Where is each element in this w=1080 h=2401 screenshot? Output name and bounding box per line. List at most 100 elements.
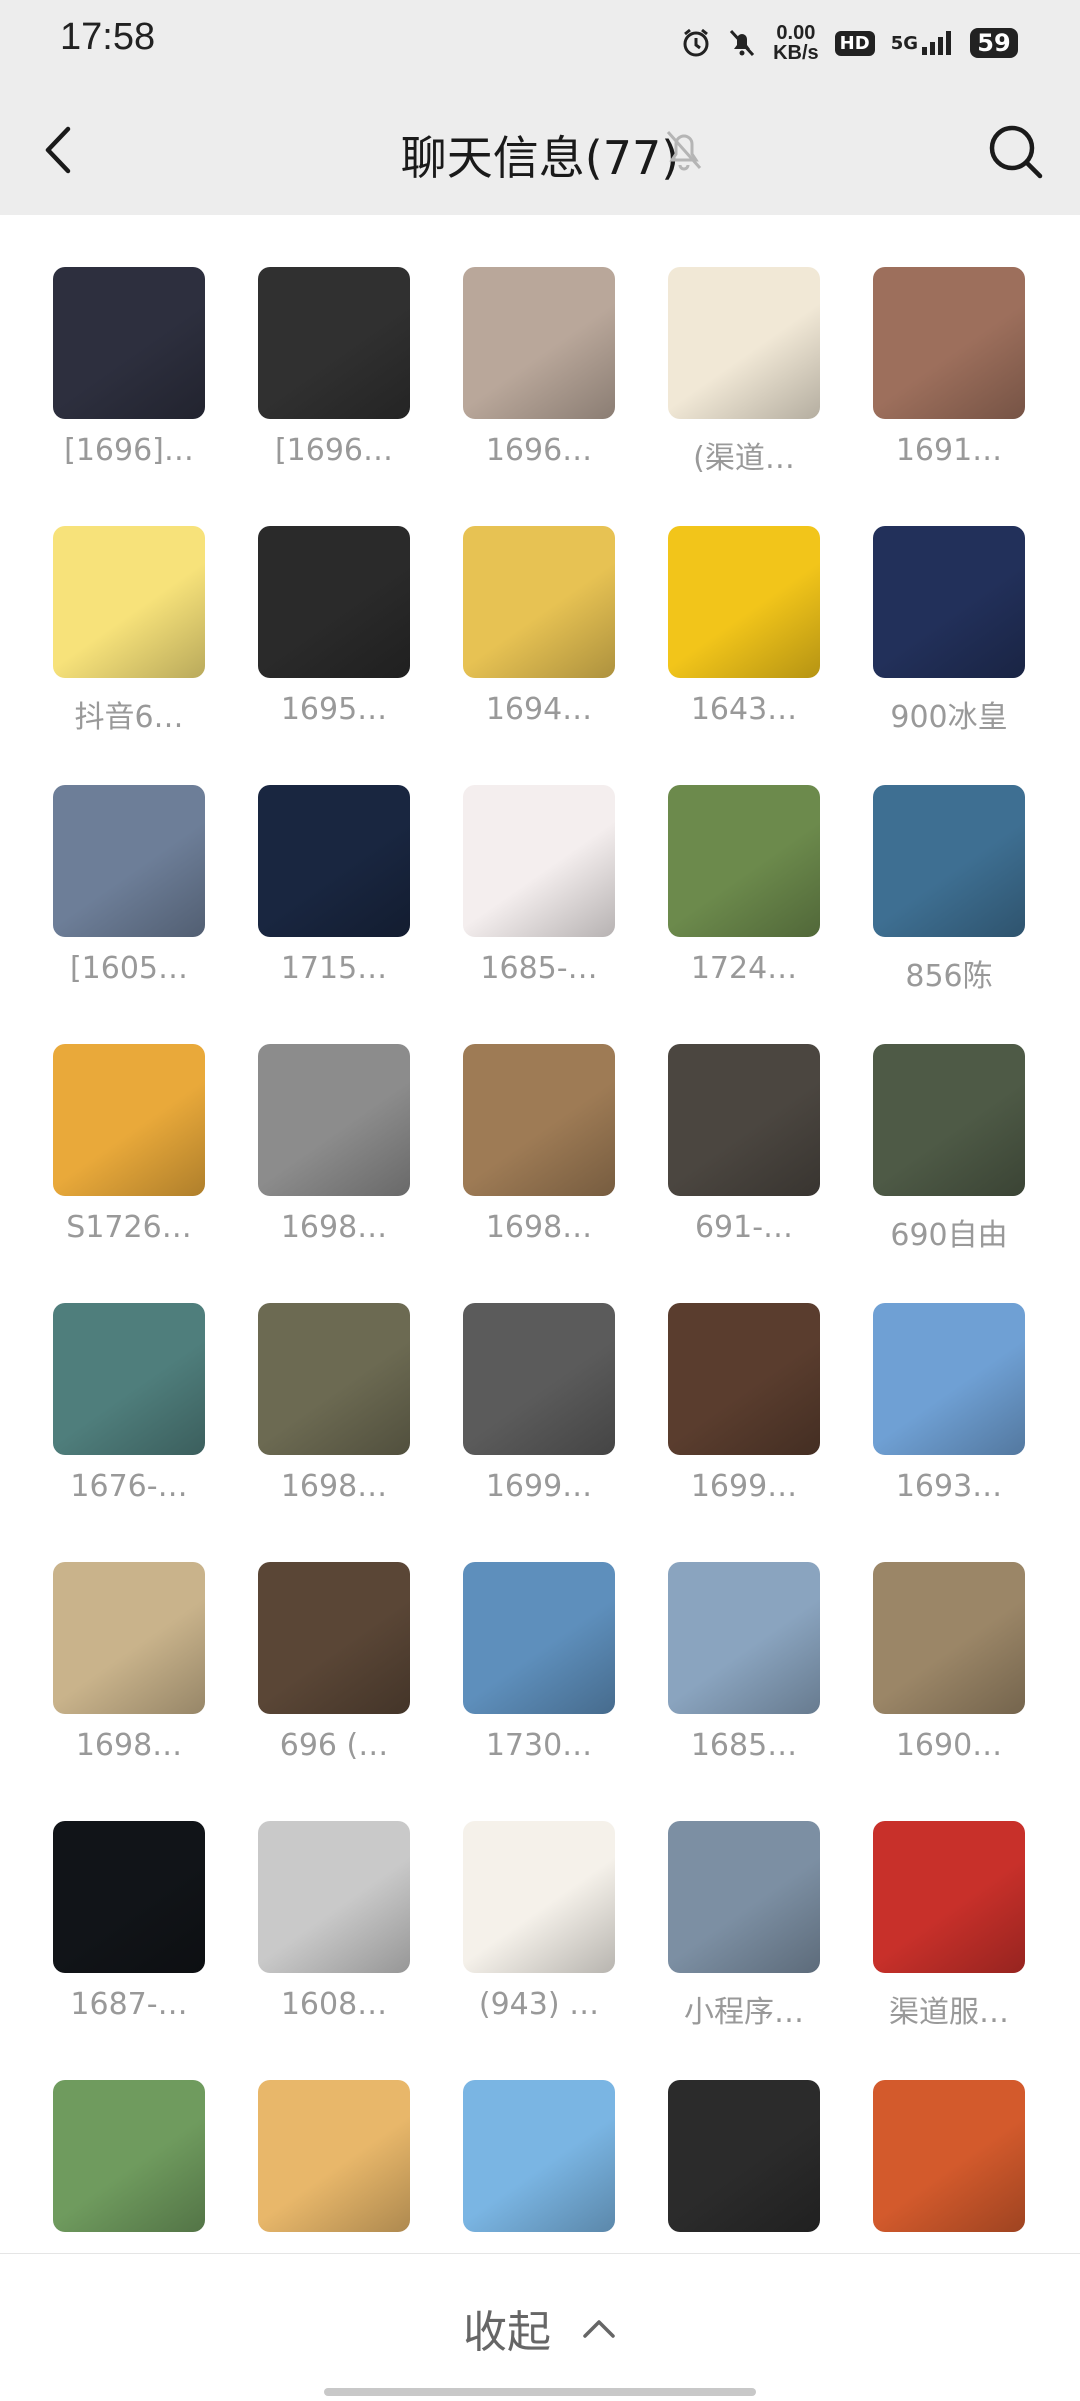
avatar (258, 2080, 410, 2232)
member-name: 1698… (75, 1728, 183, 1763)
avatar (53, 2080, 205, 2232)
member-name: [1696… (274, 433, 394, 468)
member-item[interactable]: 900冰皇 (864, 526, 1034, 736)
avatar (463, 1303, 615, 1455)
collapse-button[interactable]: 收起 (0, 2296, 1080, 2360)
avatar (53, 1562, 205, 1714)
member-name: 690自由 (890, 1218, 1008, 1253)
avatar (873, 2080, 1025, 2232)
member-item[interactable]: 1685-… (454, 785, 624, 986)
avatar (873, 1562, 1025, 1714)
avatar (668, 1821, 820, 1973)
bottom-bar: 收起 (0, 2253, 1080, 2401)
avatar (463, 1821, 615, 1973)
member-item[interactable]: 1698… (249, 1303, 419, 1504)
member-item[interactable] (454, 2080, 624, 2246)
member-item[interactable]: 1676-… (44, 1303, 214, 1504)
member-name: S1726… (66, 1210, 192, 1245)
member-grid: [1696]… [1696… 1696… (渠道… 1691… 抖音6… 1695… 1694… (0, 215, 1080, 2255)
avatar (463, 1562, 615, 1714)
avatar (53, 785, 205, 937)
member-item[interactable]: 856陈 (864, 785, 1034, 995)
member-item[interactable]: 1694… (454, 526, 624, 727)
home-indicator[interactable] (324, 2388, 756, 2396)
member-item[interactable]: 渠道服… (864, 1821, 1034, 2031)
avatar (53, 1044, 205, 1196)
member-item[interactable]: 690自由 (864, 1044, 1034, 1254)
member-item[interactable]: 1698… (249, 1044, 419, 1245)
avatar (668, 2080, 820, 2232)
member-name: 1690… (895, 1728, 1003, 1763)
member-item[interactable]: (943) … (454, 1821, 624, 2022)
avatar (668, 1044, 820, 1196)
member-item[interactable]: S1726… (44, 1044, 214, 1245)
member-name: (943) … (478, 1987, 600, 2022)
mute-notification-icon (727, 28, 757, 58)
member-item[interactable]: 1730… (454, 1562, 624, 1763)
signal-icon: 5G (891, 29, 954, 57)
avatar (873, 1821, 1025, 1973)
muted-bell-icon (662, 124, 706, 174)
member-item[interactable]: 1687-… (44, 1821, 214, 2022)
member-name: (渠道… (693, 441, 795, 476)
avatar (668, 1562, 820, 1714)
hd-badge: HD (834, 30, 875, 56)
status-icons: 0.00 KB/s HD 5G 59 (681, 20, 1018, 66)
member-item[interactable]: 1690… (864, 1562, 1034, 1763)
member-name: 856陈 (905, 959, 993, 994)
member-item[interactable] (44, 2080, 214, 2246)
member-item[interactable] (659, 2080, 829, 2246)
member-name: 1643… (690, 692, 798, 727)
avatar (668, 267, 820, 419)
avatar (463, 267, 615, 419)
member-item[interactable]: 1699… (454, 1303, 624, 1504)
network-speed: 0.00 KB/s (773, 23, 819, 63)
member-name: 691-… (694, 1210, 794, 1245)
member-name: 1685-… (480, 951, 598, 986)
member-item[interactable] (864, 2080, 1034, 2246)
avatar (258, 267, 410, 419)
member-item[interactable]: 1691… (864, 267, 1034, 468)
net-speed-unit: KB/s (773, 42, 819, 64)
avatar (873, 526, 1025, 678)
avatar (258, 1044, 410, 1196)
member-item[interactable]: 1698… (454, 1044, 624, 1245)
member-item[interactable]: (渠道… (659, 267, 829, 477)
member-name: 696 (… (279, 1728, 389, 1763)
member-item[interactable]: [1696]… (44, 267, 214, 468)
member-item[interactable]: 1695… (249, 526, 419, 727)
member-item[interactable]: 1698… (44, 1562, 214, 1763)
member-name: 1685… (690, 1728, 798, 1763)
member-item[interactable]: 抖音6… (44, 526, 214, 736)
member-name: 小程序… (684, 1995, 804, 2030)
member-item[interactable]: 1699… (659, 1303, 829, 1504)
member-name: 900冰皇 (890, 700, 1008, 735)
member-item[interactable]: 1693… (864, 1303, 1034, 1504)
member-item[interactable]: 1696… (454, 267, 624, 468)
avatar (668, 1303, 820, 1455)
status-time: 17:58 (60, 16, 156, 58)
member-item[interactable]: 1724… (659, 785, 829, 986)
avatar (53, 1303, 205, 1455)
member-item[interactable]: [1605… (44, 785, 214, 986)
avatar (873, 267, 1025, 419)
search-button[interactable] (980, 116, 1050, 186)
member-item[interactable]: [1696… (249, 267, 419, 468)
avatar (873, 785, 1025, 937)
member-name: 1724… (690, 951, 798, 986)
member-name: 1698… (485, 1210, 593, 1245)
member-item[interactable]: 691-… (659, 1044, 829, 1245)
avatar (463, 526, 615, 678)
alarm-icon (681, 28, 711, 58)
member-name: 1699… (690, 1469, 798, 1504)
avatar (258, 1821, 410, 1973)
member-item[interactable]: 1715… (249, 785, 419, 986)
member-name: 1696… (485, 433, 593, 468)
member-item[interactable]: 1608… (249, 1821, 419, 2022)
member-item[interactable] (249, 2080, 419, 2246)
member-item[interactable]: 1643… (659, 526, 829, 727)
member-item[interactable]: 696 (… (249, 1562, 419, 1763)
member-item[interactable]: 1685… (659, 1562, 829, 1763)
member-item[interactable]: 小程序… (659, 1821, 829, 2031)
avatar (668, 785, 820, 937)
